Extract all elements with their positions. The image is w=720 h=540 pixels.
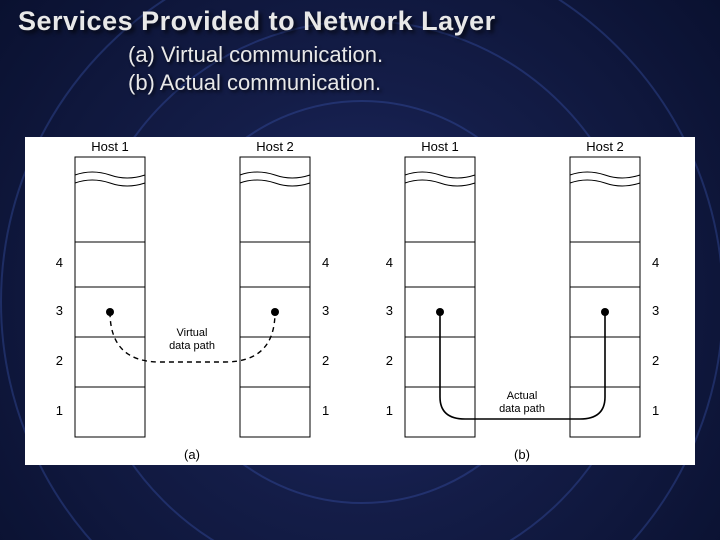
- host-column: Host 1 4 3 2 1: [386, 139, 475, 437]
- host-label: Host 1: [421, 139, 459, 154]
- slide: Services Provided to Network Layer (a) V…: [0, 0, 720, 540]
- host-column: Host 1 4 3 2 1: [56, 139, 145, 437]
- layer-num: 4: [652, 255, 659, 270]
- layer-num: 4: [322, 255, 329, 270]
- layer-num: 3: [386, 303, 393, 318]
- layer-num: 2: [322, 353, 329, 368]
- layer-num: 3: [652, 303, 659, 318]
- layer-num: 1: [56, 403, 63, 418]
- path-label: Virtual: [177, 327, 208, 339]
- layer-num: 1: [322, 403, 329, 418]
- host-column: Host 2 4 3 2 1: [570, 139, 659, 437]
- layer-num: 4: [56, 255, 63, 270]
- layer-num: 1: [652, 403, 659, 418]
- host-label: Host 1: [91, 139, 129, 154]
- caption-a: (a): [184, 447, 200, 462]
- layer-num: 2: [56, 353, 63, 368]
- path-label: data path: [499, 403, 545, 415]
- layer-num: 2: [386, 353, 393, 368]
- path-label: Actual: [507, 390, 538, 402]
- host-label: Host 2: [586, 139, 624, 154]
- host-column: Host 2 4 3 2 1: [240, 139, 329, 437]
- layer-num: 2: [652, 353, 659, 368]
- caption-b: (b): [514, 447, 530, 462]
- layer-diagram: Host 1 4 3 2 1 Host 2: [25, 137, 695, 465]
- layer-num: 4: [386, 255, 393, 270]
- path-label: data path: [169, 340, 215, 352]
- subtitle-b: (b) Actual communication.: [128, 70, 381, 96]
- layer-num: 3: [56, 303, 63, 318]
- diagram-svg: Host 1 4 3 2 1 Host 2: [25, 137, 695, 465]
- layer-num: 1: [386, 403, 393, 418]
- slide-title: Services Provided to Network Layer: [18, 6, 702, 37]
- host-label: Host 2: [256, 139, 294, 154]
- layer-num: 3: [322, 303, 329, 318]
- subtitle-a: (a) Virtual communication.: [128, 42, 383, 68]
